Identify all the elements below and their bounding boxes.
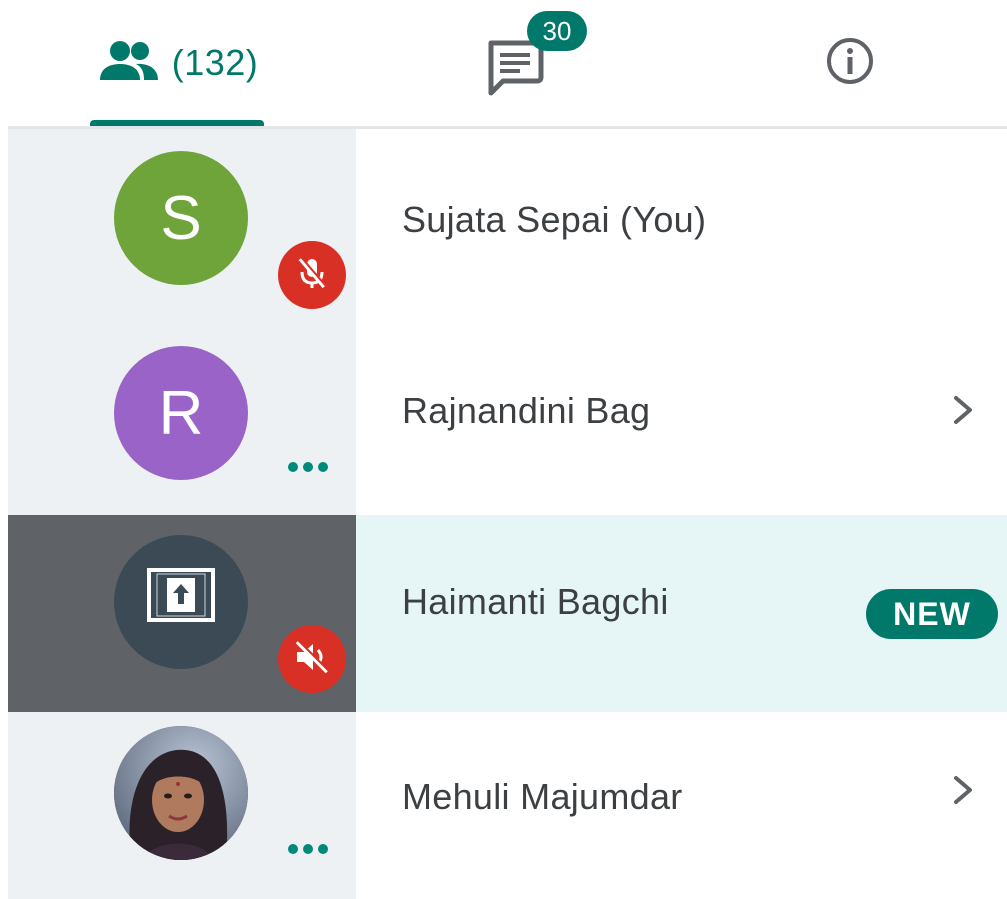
tab-people[interactable]: (132) bbox=[60, 0, 296, 126]
tab-bar: (132) 30 bbox=[0, 0, 1007, 129]
participant-row[interactable]: R Rajnandini Bag bbox=[8, 322, 1007, 515]
chat-unread-badge: 30 bbox=[527, 11, 587, 51]
people-icon bbox=[98, 38, 160, 89]
tab-info[interactable] bbox=[760, 0, 940, 126]
participant-name: Mehuli Majumdar bbox=[402, 776, 683, 817]
avatar-initial: S bbox=[160, 183, 202, 253]
participant-name: Rajnandini Bag bbox=[402, 390, 651, 431]
participant-name: Haimanti Bagchi bbox=[402, 581, 669, 622]
avatar-initial: R bbox=[158, 378, 204, 448]
participant-row[interactable]: S Sujata Sepai (You) bbox=[8, 129, 1007, 322]
volume-off-icon bbox=[291, 636, 333, 683]
audio-off-badge bbox=[278, 625, 346, 693]
mic-off-badge bbox=[278, 241, 346, 309]
participant-row[interactable]: Haimanti Bagchi NEW bbox=[8, 515, 1007, 712]
avatar: R bbox=[114, 346, 248, 480]
mic-off-icon bbox=[292, 253, 332, 298]
participant-row[interactable]: Mehuli Majumdar bbox=[8, 712, 1007, 899]
tab-chat[interactable]: 30 bbox=[410, 0, 630, 126]
participants-screen: (132) 30 S Sujata Sepai (You) R Rajnandi… bbox=[0, 0, 1007, 899]
participant-list: S Sujata Sepai (You) R Rajnandini Bag Ha… bbox=[8, 129, 1007, 899]
info-icon bbox=[825, 36, 875, 91]
avatar-photo bbox=[114, 726, 248, 860]
chevron-right-icon[interactable] bbox=[948, 390, 978, 430]
more-options-icon[interactable] bbox=[288, 462, 328, 472]
participant-name: Sujata Sepai (You) bbox=[402, 199, 707, 240]
new-badge: NEW bbox=[866, 589, 998, 639]
people-count: (132) bbox=[171, 42, 259, 83]
chevron-right-icon[interactable] bbox=[948, 770, 978, 810]
present-screen-icon bbox=[141, 560, 221, 645]
chat-icon bbox=[483, 40, 545, 101]
more-options-icon[interactable] bbox=[288, 844, 328, 854]
avatar bbox=[114, 535, 248, 669]
avatar: S bbox=[114, 151, 248, 285]
